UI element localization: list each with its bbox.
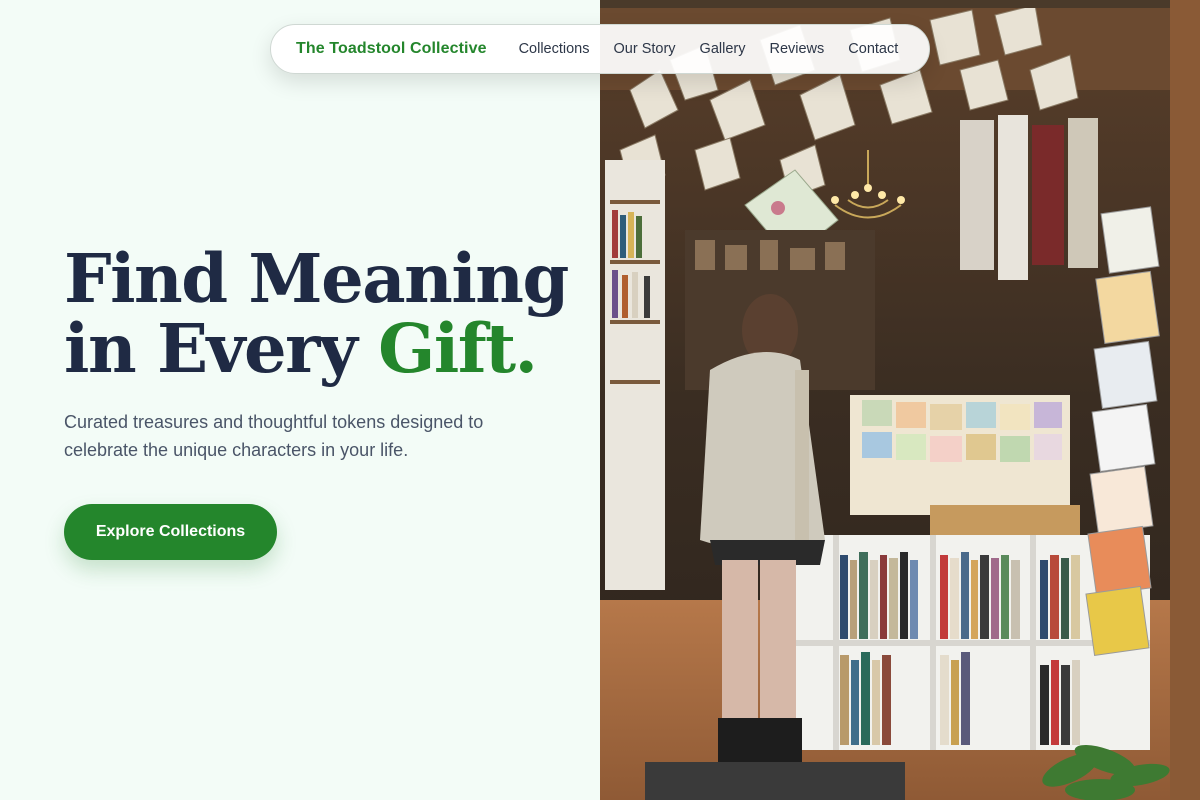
- nav-links: Collections Our Story Gallery Reviews Co…: [519, 41, 899, 57]
- hero-content-panel: Find Meaning in Every Gift. Curated trea…: [0, 0, 600, 800]
- explore-collections-button[interactable]: Explore Collections: [64, 504, 277, 560]
- hero-subtitle: Curated treasures and thoughtful tokens …: [64, 412, 484, 460]
- hero-title-accent: Gift.: [378, 309, 538, 388]
- nav-link-contact[interactable]: Contact: [848, 41, 898, 57]
- brand-logo-text[interactable]: The Toadstool Collective: [296, 40, 487, 58]
- hero-image-bookshop: [600, 0, 1200, 800]
- hero-title: Find Meaning in Every Gift.: [64, 244, 584, 384]
- bookshop-illustration: [600, 0, 1200, 800]
- hero-title-line-1: Find Meaning: [64, 239, 569, 318]
- nav-link-our-story[interactable]: Our Story: [614, 41, 676, 57]
- nav-link-reviews[interactable]: Reviews: [769, 41, 824, 57]
- nav-link-collections[interactable]: Collections: [519, 41, 590, 57]
- nav-link-gallery[interactable]: Gallery: [700, 41, 746, 57]
- hero-title-line-2-prefix: in Every: [64, 309, 379, 388]
- top-navbar: The Toadstool Collective Collections Our…: [270, 24, 930, 74]
